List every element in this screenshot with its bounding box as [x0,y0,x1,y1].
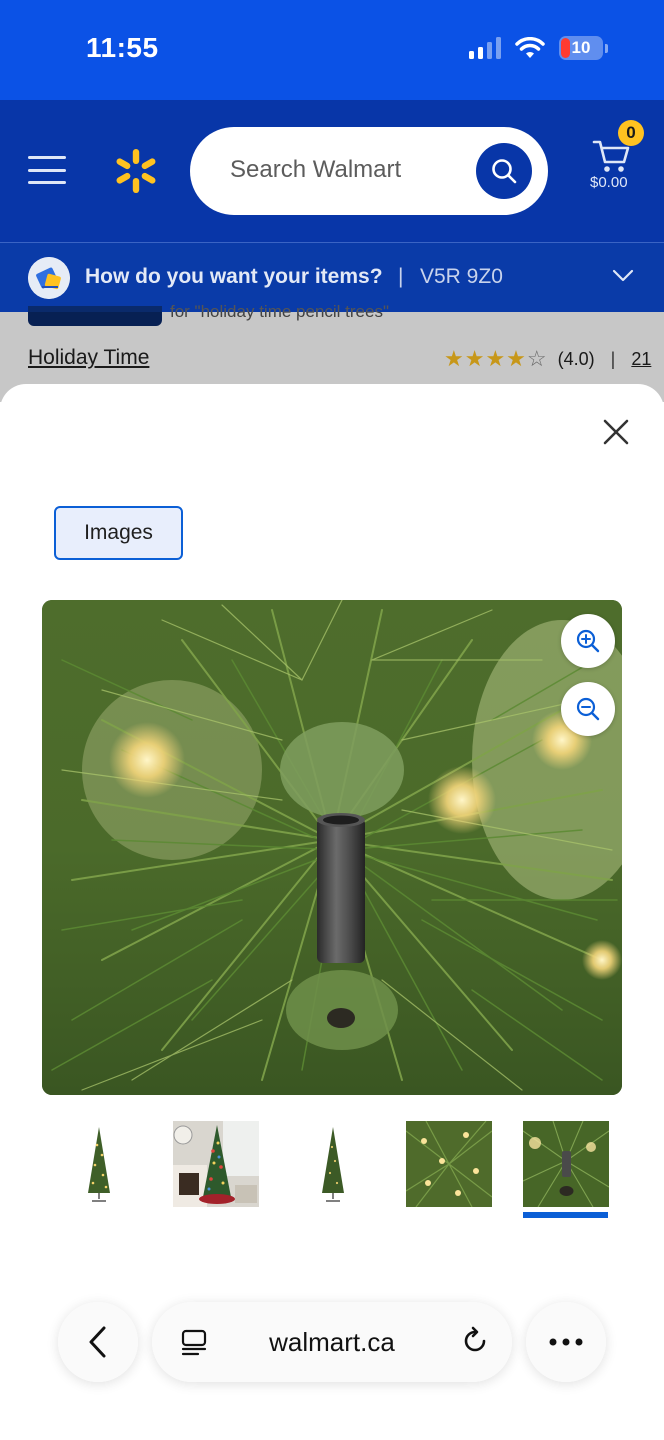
reload-icon[interactable] [460,1326,490,1356]
browser-more-button[interactable] [526,1302,606,1382]
postal-code: V5R 9Z0 [420,265,503,288]
selected-thumbnail-indicator [523,1212,608,1218]
thumbnail-4[interactable] [406,1121,492,1207]
thumbnail-2[interactable] [173,1121,259,1207]
browser-back-button[interactable] [58,1302,138,1382]
more-icon [549,1338,583,1346]
search-icon [492,159,517,184]
cart-button[interactable]: 0 $0.00 [588,120,644,200]
browser-address-bar[interactable]: walmart.ca [152,1302,512,1382]
status-bar: 11:55 10 [0,0,664,100]
wifi-icon [515,37,545,58]
close-icon[interactable] [598,414,634,450]
battery-level: 10 [571,38,591,57]
tree-closeup-image [42,600,622,1095]
menu-icon[interactable] [28,156,66,184]
browser-domain: walmart.ca [269,1327,395,1357]
cart-total: $0.00 [590,174,628,191]
cellular-signal-icon [469,37,501,59]
walmart-spark-icon[interactable] [112,147,160,195]
status-time: 11:55 [86,32,159,63]
site-header: Search Walmart 0 $0.00 [0,100,664,242]
battery-icon: 10 [559,36,603,60]
thumbnail-3[interactable] [290,1121,376,1207]
search-input[interactable]: Search Walmart [190,127,548,215]
tab-images[interactable]: Images [54,506,183,560]
thumbnail-5[interactable] [523,1121,609,1207]
delivery-icon [28,257,70,299]
zoom-out-icon [576,697,600,721]
delivery-question: How do you want your items? [85,265,383,288]
status-icons: 10 [469,36,608,60]
thumbnail-1[interactable] [56,1121,142,1207]
cart-count-badge: 0 [618,120,644,146]
main-product-image [42,600,622,1095]
image-viewer-sheet: Images [0,384,664,1440]
chevron-left-icon [89,1326,106,1358]
delivery-separator: | [398,265,404,288]
zoom-in-icon [576,629,600,653]
search-button[interactable] [476,143,532,199]
thumbnail-strip [56,1121,616,1221]
zoom-in-button[interactable] [561,614,615,668]
search-placeholder: Search Walmart [230,156,402,183]
chevron-down-icon[interactable] [612,269,634,283]
zoom-out-button[interactable] [561,682,615,736]
